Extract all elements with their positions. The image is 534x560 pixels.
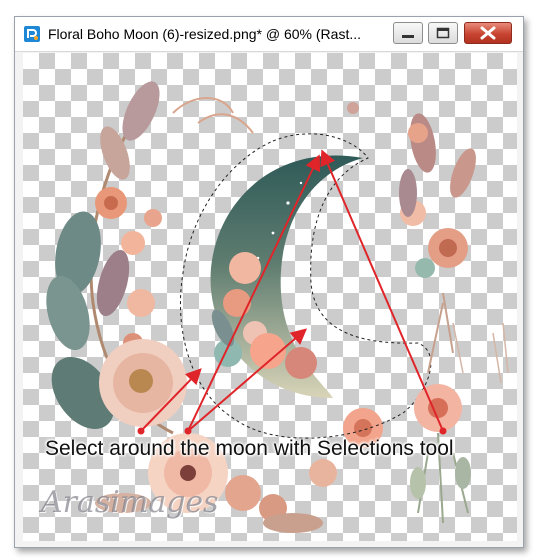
watermark-signature: Arasimages	[41, 485, 219, 520]
window-title: Floral Boho Moon (6)-resized.png* @ 60% …	[48, 26, 362, 42]
right-bouquet	[347, 102, 476, 374]
close-button[interactable]	[464, 22, 512, 44]
right-bottom-flowers	[410, 322, 509, 524]
close-icon	[480, 26, 496, 40]
instruction-caption: Select around the moon with Selections t…	[45, 437, 454, 460]
minimize-icon	[402, 35, 414, 38]
minimize-button[interactable]	[393, 22, 423, 44]
floral-moon-artwork	[46, 81, 509, 533]
maximize-icon	[436, 27, 450, 39]
maximize-button[interactable]	[428, 22, 458, 44]
paintshop-app-icon	[24, 26, 40, 42]
image-window: Floral Boho Moon (6)-resized.png* @ 60% …	[14, 16, 524, 548]
title-bar[interactable]: Floral Boho Moon (6)-resized.png* @ 60% …	[15, 17, 523, 52]
image-canvas[interactable]: Select around the moon with Selections t…	[23, 53, 517, 541]
